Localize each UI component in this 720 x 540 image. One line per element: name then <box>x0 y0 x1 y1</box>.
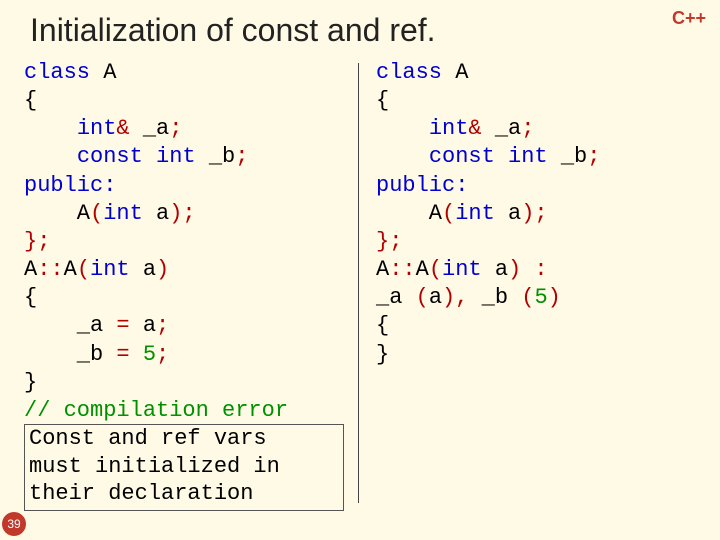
op: ( <box>77 257 90 282</box>
t: a <box>508 201 521 226</box>
op: ( <box>521 285 534 310</box>
op: ; <box>156 313 169 338</box>
slide-title: Initialization of const and ref. <box>0 0 720 59</box>
op: & <box>468 116 494 141</box>
t: A <box>24 257 37 282</box>
t: { <box>376 313 389 338</box>
op: ); <box>521 201 547 226</box>
t: a <box>429 285 442 310</box>
t: { <box>24 285 37 310</box>
op: ; <box>587 144 600 169</box>
t: a <box>495 257 508 282</box>
t: _b <box>561 144 587 169</box>
kw: public: <box>376 173 468 198</box>
op: ( <box>416 285 429 310</box>
t: _b <box>24 342 116 367</box>
op: = <box>116 313 142 338</box>
t: a <box>143 257 156 282</box>
t: A <box>376 201 442 226</box>
t: _a <box>143 116 169 141</box>
error-line: must initialized in <box>29 453 339 481</box>
num: 5 <box>534 285 547 310</box>
t: a <box>156 201 169 226</box>
op: ) <box>156 257 169 282</box>
t: A <box>103 60 116 85</box>
error-note-box: Const and ref vars must initialized in t… <box>24 424 344 511</box>
ty: int <box>442 257 495 282</box>
t: A <box>24 201 90 226</box>
op: }; <box>376 229 402 254</box>
comment: // compilation error <box>24 398 288 423</box>
column-divider <box>358 63 359 503</box>
op: }; <box>24 229 50 254</box>
code-right: class A { int& _a; const int _b; public:… <box>376 59 680 369</box>
language-badge: C++ <box>672 8 706 29</box>
kw: class <box>376 60 455 85</box>
t: _a <box>376 285 416 310</box>
op: ( <box>442 201 455 226</box>
t: } <box>24 370 37 395</box>
t <box>376 144 429 169</box>
kw: class <box>24 60 103 85</box>
op: :: <box>389 257 415 282</box>
ty: const int <box>429 144 561 169</box>
t: } <box>376 342 389 367</box>
t: _b <box>209 144 235 169</box>
op: :: <box>37 257 63 282</box>
op: ) : <box>508 257 548 282</box>
error-line: their declaration <box>29 480 339 508</box>
code-left: class A { int& _a; const int _b; public:… <box>24 59 344 425</box>
num: 5 <box>143 342 156 367</box>
op: = <box>116 342 142 367</box>
t: A <box>64 257 77 282</box>
content-area: class A { int& _a; const int _b; public:… <box>0 59 720 511</box>
op: ; <box>235 144 248 169</box>
t: A <box>416 257 429 282</box>
t <box>24 144 77 169</box>
op: ), <box>442 285 482 310</box>
op: & <box>116 116 142 141</box>
t: _a <box>24 313 116 338</box>
t: A <box>455 60 468 85</box>
t <box>376 116 429 141</box>
right-column: class A { int& _a; const int _b; public:… <box>348 59 684 511</box>
page-number-badge: 39 <box>2 512 26 536</box>
t: a <box>143 313 156 338</box>
t: _a <box>495 116 521 141</box>
op: ) <box>548 285 561 310</box>
t: A <box>376 257 389 282</box>
t: { <box>24 88 37 113</box>
op: ( <box>429 257 442 282</box>
op: ; <box>521 116 534 141</box>
ty: int <box>455 201 508 226</box>
t: { <box>376 88 389 113</box>
op: ( <box>90 201 103 226</box>
ty: const int <box>77 144 209 169</box>
t <box>24 116 77 141</box>
op: ; <box>169 116 182 141</box>
op: ); <box>169 201 195 226</box>
error-line: Const and ref vars <box>29 425 339 453</box>
ty: int <box>103 201 156 226</box>
t: _b <box>482 285 522 310</box>
kw: public: <box>24 173 116 198</box>
op: ; <box>156 342 169 367</box>
left-column: class A { int& _a; const int _b; public:… <box>10 59 348 511</box>
ty: int <box>77 116 117 141</box>
ty: int <box>429 116 469 141</box>
ty: int <box>90 257 143 282</box>
